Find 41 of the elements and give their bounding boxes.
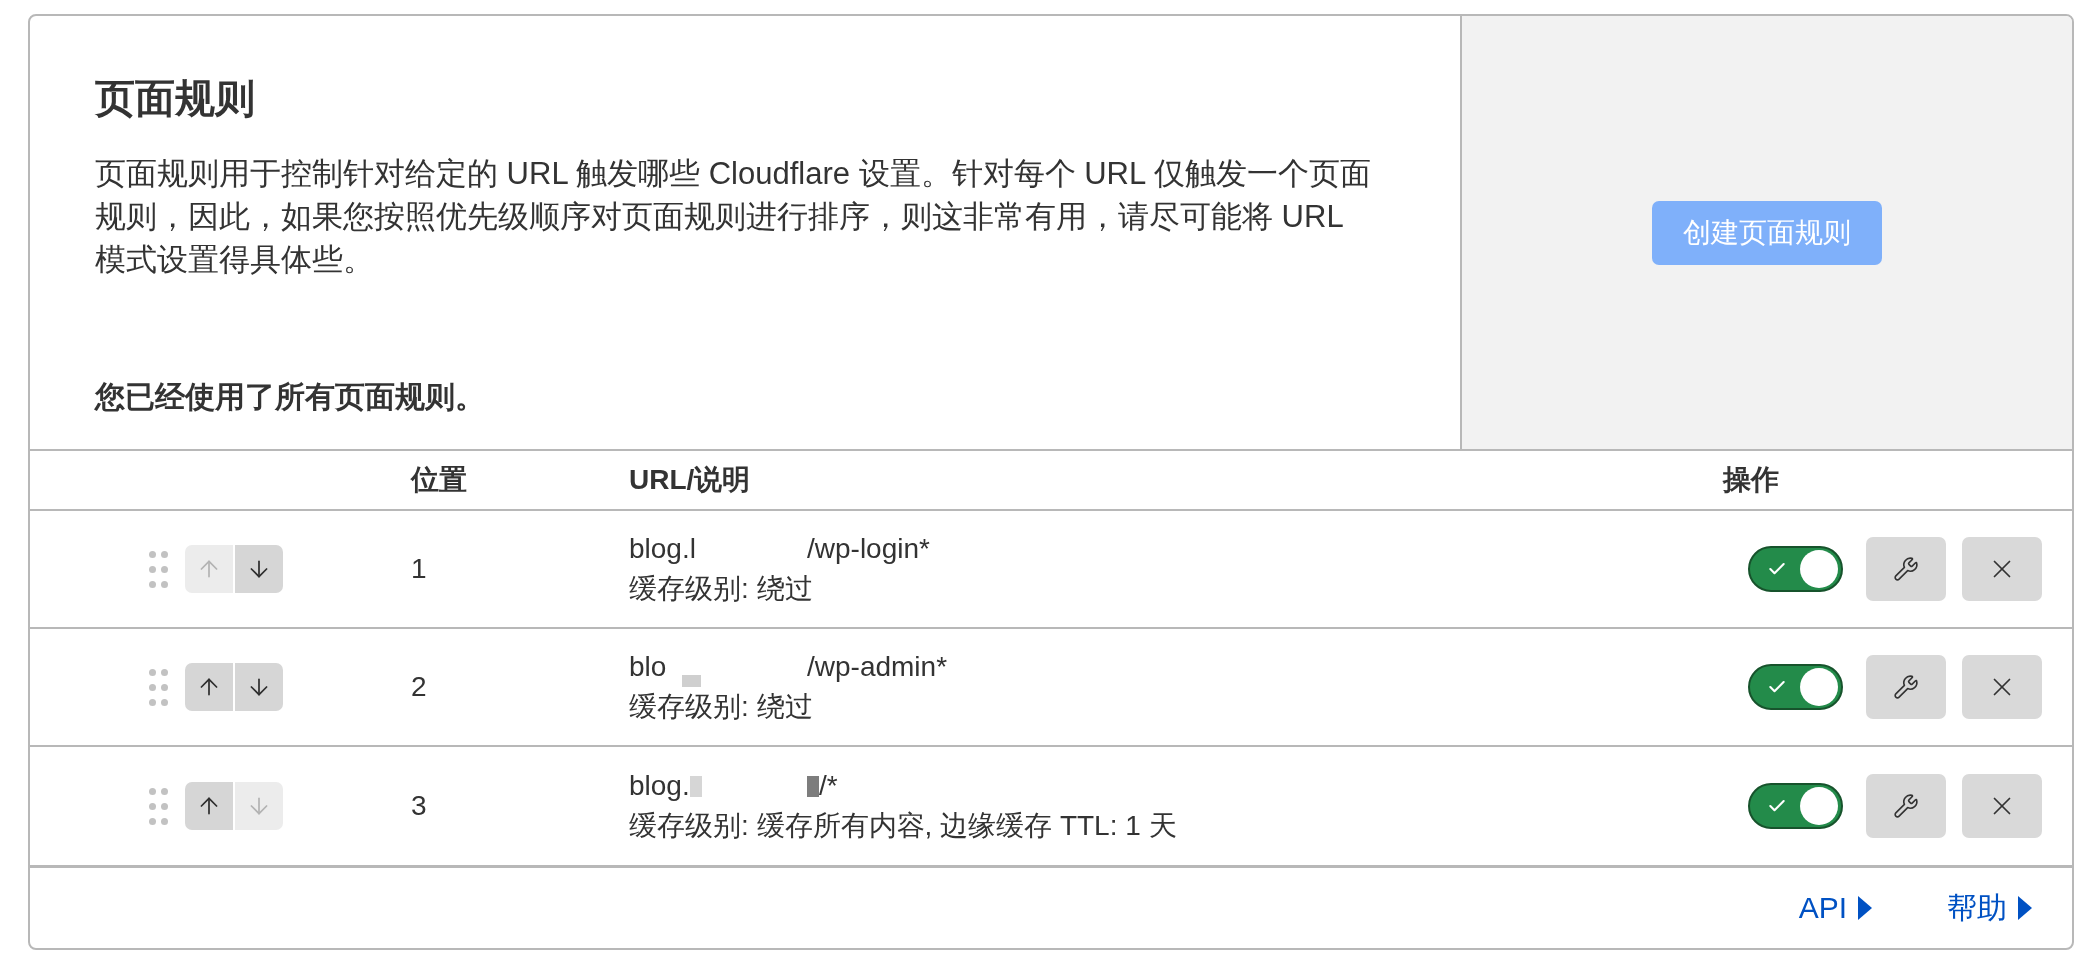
toggle-switch[interactable] [1748, 664, 1843, 710]
page-description: 页面规则用于控制针对给定的 URL 触发哪些 Cloudflare 设置。针对每个 URL 仅触发一个页面规则，因此，如果您按照优先级顺序对页面规则进行排序，则这非常有用，请尽可能将 URL 模式设置得具体些。 [95, 155, 1372, 279]
toggle-switch[interactable] [1748, 546, 1843, 592]
redaction-mark [682, 675, 702, 687]
url-text: blog. [629, 769, 690, 803]
edit-button[interactable] [1866, 537, 1946, 601]
move-up-button[interactable] [185, 663, 233, 711]
column-header: URL/说明 [629, 463, 751, 497]
url-text: /wp-admin* [807, 650, 948, 684]
cache-description: 缓存级别: 绕过 [629, 572, 813, 606]
edit-button[interactable] [1866, 774, 1946, 838]
limit-notice: 您已经使用了所有页面规则。 [95, 379, 486, 415]
position-number: 3 [411, 789, 427, 823]
edit-button[interactable] [1866, 655, 1946, 719]
page-title: 页面规则 [95, 75, 256, 122]
caret-right-icon [2018, 896, 2032, 920]
wrench-icon [1893, 793, 1919, 819]
caret-right-icon [1858, 896, 1872, 920]
footer-link[interactable]: 帮助 [1947, 888, 2032, 928]
position-number: 2 [411, 670, 427, 704]
cache-description: 缓存级别: 缓存所有内容, 边缘缓存 TTL: 1 天 [629, 809, 1177, 843]
move-up-button[interactable] [185, 782, 233, 830]
url-text: /* [819, 769, 838, 803]
drag-handle-icon[interactable] [149, 550, 168, 588]
wrench-icon [1893, 556, 1919, 582]
toggle-switch[interactable] [1748, 783, 1843, 829]
drag-handle-icon[interactable] [149, 668, 168, 706]
cache-description: 缓存级别: 绕过 [629, 690, 813, 724]
redaction-mark [689, 776, 702, 797]
position-number: 1 [411, 552, 427, 586]
wrench-icon [1893, 674, 1919, 700]
url-text: blog.l [629, 532, 696, 566]
column-header: 操作 [1723, 463, 1779, 497]
move-down-button[interactable] [235, 545, 283, 593]
drag-handle-icon[interactable] [149, 787, 168, 825]
column-header: 位置 [411, 463, 467, 497]
url-text: blo [629, 650, 667, 684]
move-down-button[interactable] [235, 663, 283, 711]
url-text: /wp-login* [807, 532, 930, 566]
redaction-mark [807, 776, 819, 797]
footer-link[interactable]: API [1798, 888, 1872, 928]
